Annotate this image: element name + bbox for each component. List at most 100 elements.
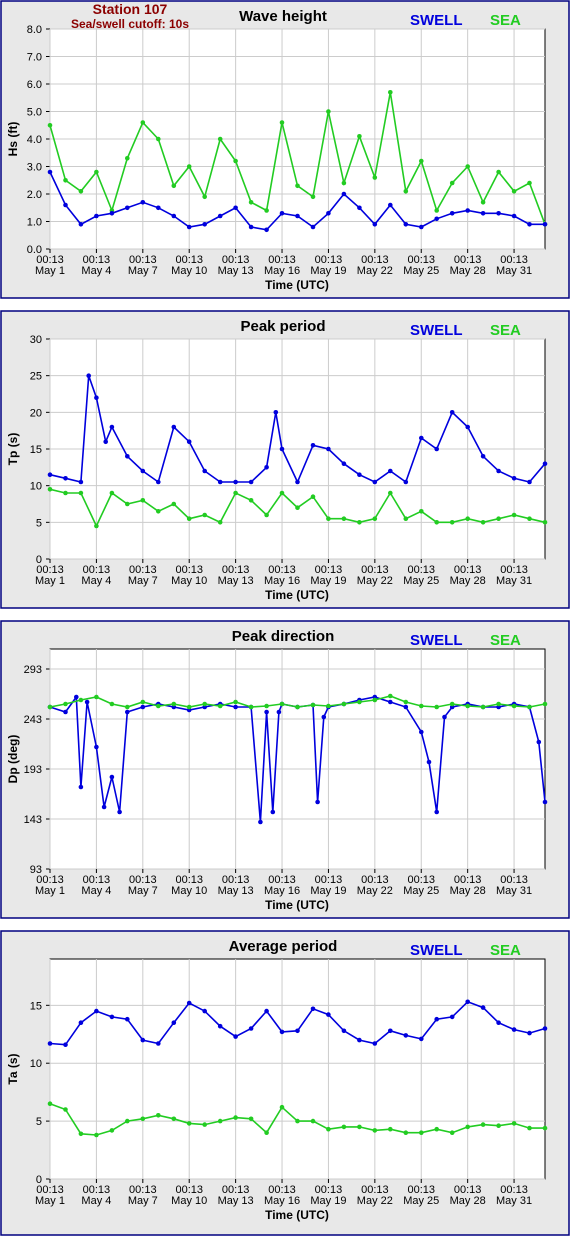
y-axis-label: Hs (ft) bbox=[6, 122, 20, 157]
x-tick-date: May 28 bbox=[450, 265, 486, 277]
swell-data-point bbox=[511, 476, 517, 481]
y-tick-label: 143 bbox=[24, 814, 42, 826]
x-tick-date: May 13 bbox=[218, 575, 254, 587]
y-tick-label: 5.0 bbox=[27, 107, 42, 119]
swell-data-point bbox=[140, 468, 146, 474]
swell-data-point bbox=[310, 1006, 316, 1012]
x-tick-date: May 1 bbox=[35, 1195, 65, 1207]
swell-data-point bbox=[258, 819, 263, 825]
sea-data-point bbox=[496, 1123, 501, 1128]
swell-data-point bbox=[202, 222, 207, 227]
swell-data-point bbox=[47, 472, 53, 477]
swell-data-point bbox=[78, 222, 84, 227]
sea-data-point bbox=[310, 1118, 316, 1124]
sea-data-point bbox=[326, 1126, 331, 1132]
sea-data-point bbox=[542, 520, 548, 525]
swell-data-point bbox=[542, 1026, 548, 1031]
sea-data-point bbox=[78, 1131, 84, 1137]
swell-data-point bbox=[511, 213, 517, 219]
swell-data-point bbox=[511, 1027, 517, 1032]
sea-data-point bbox=[388, 490, 393, 496]
swell-data-point bbox=[403, 1033, 409, 1038]
swell-data-point bbox=[419, 1036, 424, 1042]
y-tick-label: 7.0 bbox=[27, 52, 42, 64]
sea-data-point bbox=[480, 520, 486, 525]
sea-data-point bbox=[388, 1126, 393, 1132]
plot-area bbox=[49, 958, 546, 1180]
sea-data-point bbox=[109, 1128, 115, 1133]
y-axis-label: Ta (s) bbox=[6, 1053, 20, 1084]
swell-data-point bbox=[295, 213, 300, 219]
x-tick-date: May 28 bbox=[450, 1195, 486, 1207]
swell-data-point bbox=[434, 1016, 440, 1022]
peak-direction-chart: 9314319324329300:13May 100:13May 400:13M… bbox=[0, 620, 570, 919]
sea-data-point bbox=[63, 178, 68, 183]
x-tick-date: May 4 bbox=[81, 575, 111, 587]
y-tick-label: 4.0 bbox=[27, 134, 42, 146]
swell-data-point bbox=[403, 704, 409, 710]
swell-data-point bbox=[233, 205, 238, 211]
sea-data-point bbox=[419, 509, 424, 514]
swell-data-point bbox=[270, 809, 276, 815]
swell-data-point bbox=[279, 1029, 285, 1035]
swell-data-point bbox=[233, 1034, 238, 1039]
sea-data-point bbox=[109, 701, 115, 707]
sea-data-point bbox=[310, 702, 316, 708]
sea-data-point bbox=[403, 1130, 409, 1135]
sea-data-point bbox=[310, 494, 316, 499]
sea-data-point bbox=[217, 1118, 223, 1124]
sea-data-point bbox=[156, 1113, 161, 1118]
sea-data-point bbox=[449, 180, 455, 186]
swell-data-point bbox=[78, 1020, 84, 1025]
swell-data-point bbox=[171, 1020, 177, 1025]
swell-data-point bbox=[202, 468, 207, 474]
swell-data-point bbox=[94, 213, 99, 219]
swell-data-point bbox=[465, 999, 471, 1005]
sea-data-point bbox=[156, 703, 161, 709]
sea-data-point bbox=[63, 490, 68, 496]
swell-data-point bbox=[542, 461, 548, 466]
swell-data-point bbox=[527, 1030, 532, 1036]
swell-data-point bbox=[276, 709, 282, 715]
sea-data-point bbox=[434, 208, 440, 213]
legend-sea: SEA bbox=[490, 942, 521, 959]
sea-data-point bbox=[47, 487, 53, 492]
sea-data-point bbox=[264, 1130, 269, 1135]
swell-data-point bbox=[109, 774, 115, 780]
sea-data-point bbox=[372, 516, 378, 521]
y-tick-label: 10 bbox=[30, 1058, 42, 1070]
swell-data-point bbox=[125, 454, 130, 459]
wave-height-panel: 0.0 1.0 2.0 3.0 4.0 5.0 6.0 7.0 8.0 00:13 May 1 00:… bbox=[0, 0, 570, 300]
sea-data-point bbox=[434, 1126, 440, 1132]
swell-data-point bbox=[442, 714, 447, 720]
sea-data-point bbox=[419, 703, 424, 709]
swell-data-point bbox=[279, 211, 285, 216]
swell-data-point bbox=[248, 1026, 254, 1031]
x-axis-label: Time (UTC) bbox=[265, 898, 329, 912]
swell-data-point bbox=[341, 461, 347, 466]
swell-data-point bbox=[264, 465, 269, 470]
sea-data-point bbox=[403, 189, 409, 194]
sea-data-point bbox=[357, 699, 362, 705]
sea-data-point bbox=[186, 164, 192, 169]
y-tick-label: 5 bbox=[36, 517, 42, 529]
swell-data-point bbox=[357, 472, 362, 477]
sea-data-point bbox=[341, 1124, 347, 1130]
x-tick-date: May 31 bbox=[496, 1195, 532, 1207]
legend-swell: SWELL bbox=[410, 12, 463, 29]
y-tick-label: 10 bbox=[30, 481, 42, 493]
sea-data-point bbox=[248, 704, 254, 710]
sea-data-point bbox=[264, 703, 269, 709]
chart-title: Wave height bbox=[239, 8, 327, 25]
peak-direction-panel: 93 143 193 243 293 00:13 May 1 00:13 May 4 00:13 M… bbox=[0, 620, 570, 920]
y-axis-label: Dp (deg) bbox=[6, 735, 20, 784]
sea-data-point bbox=[47, 123, 53, 128]
swell-data-point bbox=[403, 222, 409, 227]
swell-data-point bbox=[63, 476, 68, 481]
legend-swell: SWELL bbox=[410, 632, 463, 649]
sea-data-point bbox=[217, 520, 223, 525]
average-period-panel: 0 5 10 15 00:13 May 1 00:13 May 4 00:13 May 7 00:1… bbox=[0, 930, 570, 1237]
sea-data-point bbox=[419, 1130, 424, 1135]
swell-data-point bbox=[109, 424, 115, 430]
sea-data-point bbox=[248, 200, 254, 205]
